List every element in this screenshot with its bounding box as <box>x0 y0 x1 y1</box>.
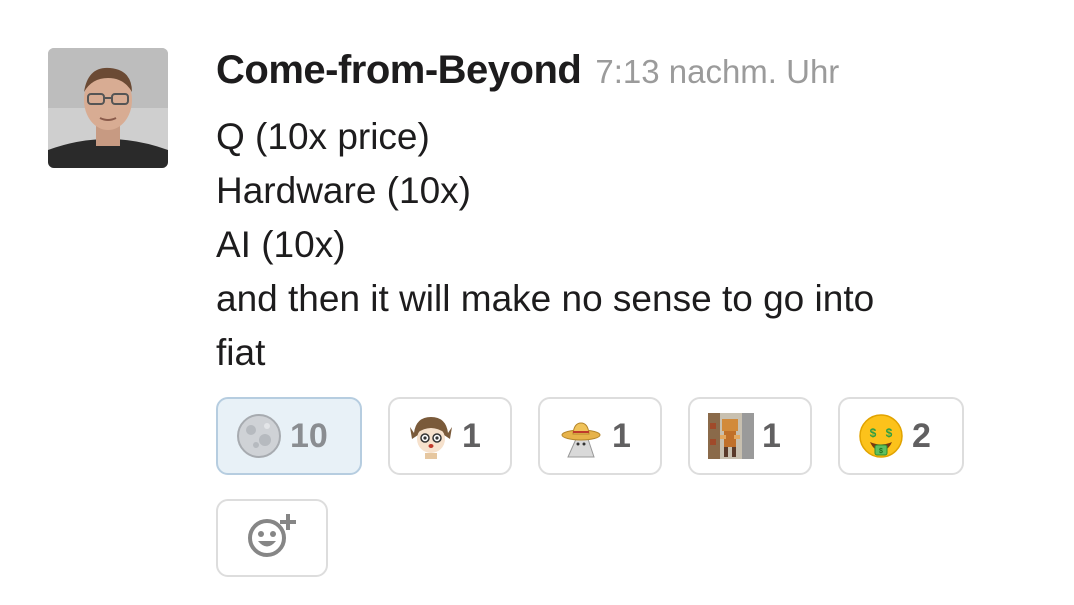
sombrero-emoji-icon <box>558 413 604 459</box>
avatar-image <box>48 48 168 168</box>
avatar[interactable] <box>48 48 168 168</box>
message-line: fiat <box>216 332 266 373</box>
timestamp[interactable]: 7:13 nachm. Uhr <box>595 53 839 91</box>
add-reaction-button[interactable] <box>216 499 328 577</box>
reactions-bar: 10 1 1 1 $ $ $ 2 <box>216 397 964 475</box>
svg-text:$: $ <box>870 426 877 440</box>
reaction-money-mouth-face[interactable]: $ $ $ 2 <box>838 397 964 475</box>
message-text: Q (10x price) Hardware (10x) AI (10x) an… <box>216 110 1054 380</box>
reaction-count: 2 <box>912 416 931 455</box>
money-mouth-face-emoji-icon: $ $ $ <box>858 413 904 459</box>
reaction-pixel-character[interactable]: 1 <box>688 397 812 475</box>
reaction-count: 1 <box>462 416 481 455</box>
reaction-count: 1 <box>612 416 631 455</box>
author-name[interactable]: Come-from-Beyond <box>216 48 582 93</box>
svg-text:$: $ <box>886 426 893 440</box>
message-content: Come-from-Beyond 7:13 nachm. Uhr Q (10x … <box>216 48 1054 380</box>
message-line: AI (10x) <box>216 224 346 265</box>
reaction-sombrero[interactable]: 1 <box>538 397 662 475</box>
message-line: and then it will make no sense to go int… <box>216 278 875 319</box>
reaction-anime-girl[interactable]: 1 <box>388 397 512 475</box>
reaction-count: 10 <box>290 416 328 455</box>
add-reaction-icon <box>245 512 299 565</box>
moon-emoji-icon <box>236 413 282 459</box>
svg-text:$: $ <box>879 448 883 455</box>
reaction-count: 1 <box>762 416 781 455</box>
message-line: Hardware (10x) <box>216 170 471 211</box>
message: Come-from-Beyond 7:13 nachm. Uhr Q (10x … <box>0 0 1074 605</box>
reaction-moon[interactable]: 10 <box>216 397 362 475</box>
anime-girl-emoji-icon <box>408 413 454 459</box>
pixel-character-emoji-icon <box>708 413 754 459</box>
message-line: Q (10x price) <box>216 116 430 157</box>
message-header: Come-from-Beyond 7:13 nachm. Uhr <box>216 48 1054 104</box>
